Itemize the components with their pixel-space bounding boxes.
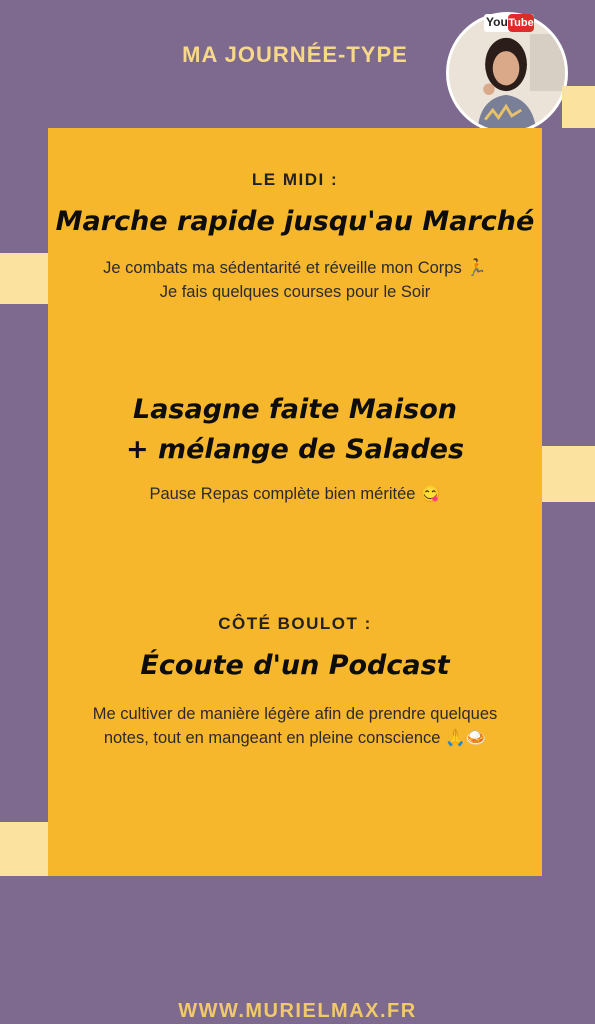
- section-heading-boulot: CÔTÉ BOULOT :: [218, 614, 372, 633]
- content-card: LE MIDI : Marche rapide jusqu'au Marché …: [48, 128, 542, 876]
- accent-block-top-right: [562, 86, 595, 128]
- body-line: Pause Repas complète bien méritée 😋: [149, 485, 441, 503]
- youtube-badge: You Tube: [484, 14, 534, 32]
- headline-podcast: Écoute d'un Podcast: [140, 650, 450, 681]
- accent-block-left-lower: [0, 822, 48, 876]
- headline-marche: Marche rapide jusqu'au Marché: [55, 206, 535, 237]
- body-line: Je fais quelques courses pour le Soir: [159, 283, 431, 301]
- body-line: notes, tout en mangeant en pleine consci…: [103, 729, 487, 747]
- section-heading-midi: LE MIDI :: [251, 170, 339, 189]
- headline-salades: + mélange de Salades: [125, 434, 465, 465]
- body-line: Je combats ma sédentarité et réveille mo…: [103, 259, 487, 277]
- footer-url[interactable]: WWW.MURIELMAX.FR: [0, 1000, 595, 1023]
- body-line: Me cultiver de manière légère afin de pr…: [92, 705, 498, 723]
- accent-block-right: [542, 446, 595, 502]
- headline-lasagne: Lasagne faite Maison: [133, 394, 457, 425]
- accent-block-left-upper: [0, 253, 48, 304]
- avatar-photo-icon: [449, 15, 565, 131]
